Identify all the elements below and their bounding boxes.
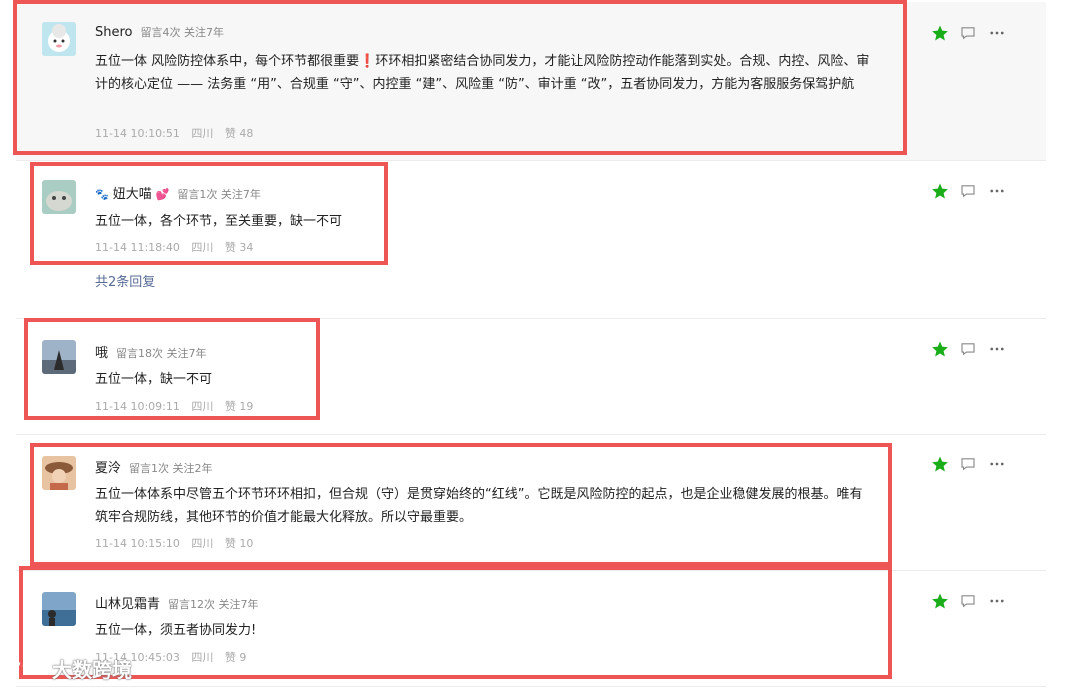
watermark-text: 大数跨境 bbox=[52, 658, 132, 682]
like-count: 赞 48 bbox=[224, 127, 254, 140]
more-icon[interactable] bbox=[987, 24, 1007, 46]
comment-actions bbox=[931, 182, 1017, 204]
avatar-image bbox=[42, 22, 76, 56]
like-count: 赞 19 bbox=[224, 400, 254, 413]
comment-text-part: 五位一体 风险防控体系中，每个环节都很重要 bbox=[95, 54, 360, 69]
comment-actions bbox=[931, 455, 1017, 477]
like-count: 赞 10 bbox=[224, 537, 254, 550]
user-stats: 留言4次 关注7年 bbox=[140, 26, 225, 39]
comment-header: 🐾 妞大喵 💕 留言1次 关注7年 bbox=[95, 183, 261, 202]
comment-location: 四川 bbox=[191, 537, 214, 550]
comment-item: 夏泠 留言1次 关注2年 五位一体体系中尽管五个环节环环相扣，但合规（守）是贯穿… bbox=[16, 436, 1046, 571]
comment-icon[interactable] bbox=[959, 24, 977, 46]
avatar-image bbox=[42, 456, 76, 490]
comment-footer: 11-14 10:15:10 四川 赞 10 bbox=[95, 535, 261, 551]
comment-actions bbox=[931, 340, 1017, 362]
nickname[interactable]: Shero bbox=[95, 25, 133, 40]
comment-time: 11-14 10:15:10 bbox=[95, 537, 180, 550]
comment-header: Shero 留言4次 关注7年 bbox=[95, 24, 224, 40]
like-count: 赞 9 bbox=[224, 651, 247, 664]
star-icon[interactable] bbox=[931, 182, 949, 204]
avatar[interactable] bbox=[42, 340, 76, 374]
like-count: 赞 34 bbox=[224, 241, 254, 254]
watermark: 大数跨境 bbox=[8, 654, 132, 683]
comment-item: Shero 留言4次 关注7年 五位一体 风险防控体系中，每个环节都很重要❗环环… bbox=[16, 2, 1046, 161]
more-icon[interactable] bbox=[987, 340, 1007, 362]
nickname[interactable]: 哦 bbox=[95, 342, 108, 361]
comment-item: 山林见霜青 留言12次 关注7年 五位一体，须五者协同发力! 11-14 10:… bbox=[16, 572, 1046, 687]
comment-icon[interactable] bbox=[959, 455, 977, 477]
star-icon[interactable] bbox=[931, 592, 949, 614]
view-replies-link[interactable]: 共2条回复 bbox=[95, 271, 155, 290]
avatar[interactable] bbox=[42, 22, 76, 56]
more-icon[interactable] bbox=[987, 592, 1007, 614]
avatar[interactable] bbox=[42, 592, 76, 626]
nickname[interactable]: 山林见霜青 bbox=[95, 593, 160, 612]
comment-header: 哦 留言18次 关注7年 bbox=[95, 342, 207, 361]
comment-location: 四川 bbox=[191, 127, 214, 140]
comment-text: 五位一体，各个环节，至关重要，缺一不可 bbox=[95, 214, 343, 229]
comment-actions bbox=[931, 24, 1017, 46]
comment-actions bbox=[931, 592, 1017, 614]
comment-header: 山林见霜青 留言12次 关注7年 bbox=[95, 593, 259, 612]
comment-icon[interactable] bbox=[959, 340, 977, 362]
comment-text: 五位一体，缺一不可 bbox=[95, 372, 213, 387]
comment-text: 五位一体 风险防控体系中，每个环节都很重要❗环环相扣紧密结合协同发力，才能让风险… bbox=[95, 50, 875, 96]
comment-item: 哦 留言18次 关注7年 五位一体，缺一不可 11-14 10:09:11 四川… bbox=[16, 320, 1046, 435]
comment-location: 四川 bbox=[191, 400, 214, 413]
nick-prefix-icon: 🐾 bbox=[95, 188, 109, 201]
star-icon[interactable] bbox=[931, 24, 949, 46]
comment-text: 五位一体体系中尽管五个环节环环相扣，但合规（守）是贯穿始终的“红线”。它既是风险… bbox=[95, 487, 863, 525]
comment-time: 11-14 11:18:40 bbox=[95, 241, 180, 254]
comment-location: 四川 bbox=[191, 651, 214, 664]
avatar-image bbox=[42, 592, 76, 626]
user-stats: 留言1次 关注2年 bbox=[129, 462, 213, 475]
comment-header: 夏泠 留言1次 关注2年 bbox=[95, 457, 213, 476]
comment-footer: 11-14 11:18:40 四川 赞 34 bbox=[95, 239, 261, 255]
heart-icon: 💕 bbox=[155, 188, 170, 201]
avatar[interactable] bbox=[42, 180, 76, 214]
comment-item: 🐾 妞大喵 💕 留言1次 关注7年 五位一体，各个环节，至关重要，缺一不可 11… bbox=[16, 162, 1046, 319]
user-stats: 留言18次 关注7年 bbox=[116, 347, 207, 360]
avatar-image bbox=[42, 340, 76, 374]
exclamation-icon: ❗ bbox=[359, 54, 376, 69]
comment-footer: 11-14 10:10:51 四川 赞 48 bbox=[95, 125, 261, 141]
star-icon[interactable] bbox=[931, 340, 949, 362]
watermark-logo-icon bbox=[10, 660, 44, 676]
nickname[interactable]: 夏泠 bbox=[95, 457, 121, 476]
comment-location: 四川 bbox=[191, 241, 214, 254]
comment-time: 11-14 10:10:51 bbox=[95, 127, 180, 140]
nickname[interactable]: 妞大喵 bbox=[113, 183, 152, 202]
more-icon[interactable] bbox=[987, 182, 1007, 204]
star-icon[interactable] bbox=[931, 455, 949, 477]
user-stats: 留言12次 关注7年 bbox=[168, 598, 259, 611]
avatar[interactable] bbox=[42, 456, 76, 490]
comment-footer: 11-14 10:09:11 四川 赞 19 bbox=[95, 398, 261, 414]
comment-time: 11-14 10:09:11 bbox=[95, 400, 180, 413]
comment-text: 五位一体，须五者协同发力! bbox=[95, 623, 257, 638]
more-icon[interactable] bbox=[987, 455, 1007, 477]
comment-icon[interactable] bbox=[959, 592, 977, 614]
user-stats: 留言1次 关注7年 bbox=[177, 188, 261, 201]
comment-icon[interactable] bbox=[959, 182, 977, 204]
avatar-image bbox=[42, 180, 76, 214]
